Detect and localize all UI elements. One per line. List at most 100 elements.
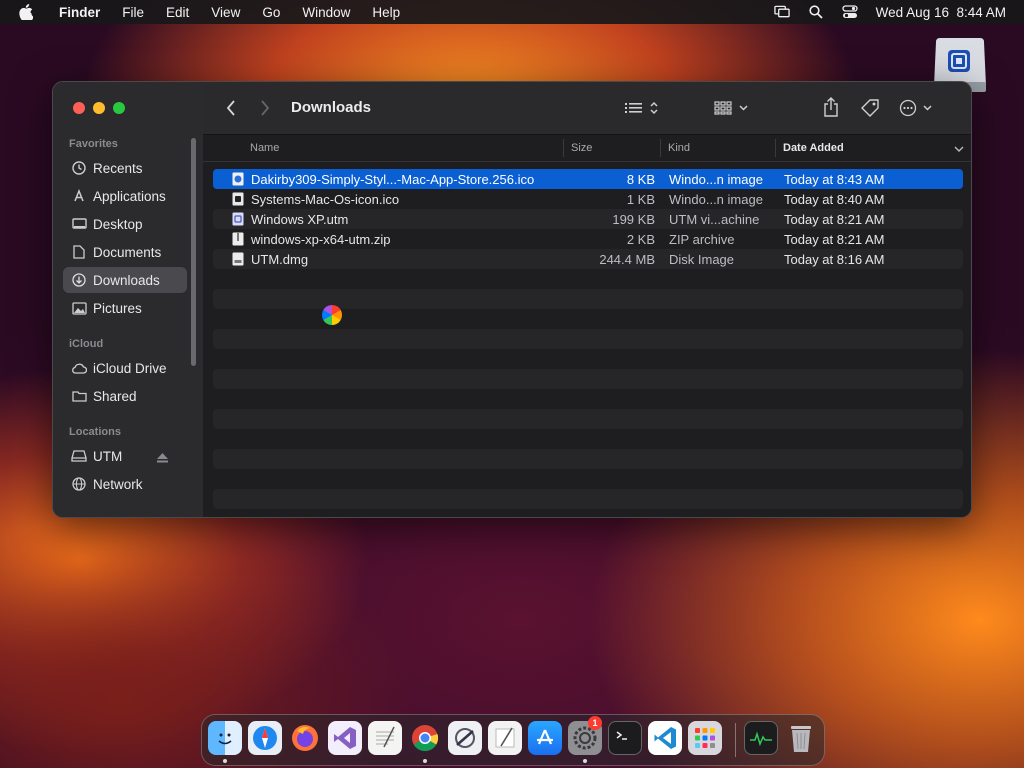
close-button[interactable] — [73, 102, 85, 114]
sidebar-item-downloads[interactable]: Downloads — [63, 267, 187, 293]
sidebar-item-utm[interactable]: UTM — [63, 443, 187, 469]
control-center-icon[interactable] — [842, 5, 858, 19]
empty-row — [213, 469, 963, 489]
launchpad-icon[interactable] — [688, 721, 722, 755]
zip-file-icon — [232, 232, 244, 246]
photo-icon — [71, 300, 87, 316]
sidebar-item-label: Shared — [93, 388, 137, 404]
file-size: 1 KB — [626, 192, 655, 207]
sidebar-item-recents[interactable]: Recents — [63, 155, 187, 181]
column-divider[interactable] — [563, 139, 564, 157]
empty-row — [213, 449, 963, 469]
sidebar-item-pictures[interactable]: Pictures — [63, 295, 187, 321]
tag-icon — [861, 99, 879, 117]
file-size: 8 KB — [626, 172, 655, 187]
sidebar-item-desktop[interactable]: Desktop — [63, 211, 187, 237]
column-header-date-added[interactable]: Date Added — [783, 142, 844, 154]
sidebar-item-label: Network — [93, 476, 143, 492]
file-list: Dakirby309-Simply-Styl...-Mac-App-Store.… — [213, 169, 963, 509]
terminal-icon[interactable] — [608, 721, 642, 755]
list-view-icon — [625, 101, 658, 115]
utm-icon[interactable] — [448, 721, 482, 755]
sidebar-item-label: Downloads — [93, 272, 160, 288]
chevron-left-icon — [226, 100, 235, 116]
activity-monitor-icon[interactable] — [744, 721, 778, 755]
menu-clock[interactable]: Wed Aug 16 8:44 AM — [876, 5, 1006, 20]
menu-edit[interactable]: Edit — [155, 5, 200, 20]
dock: 1 — [201, 714, 825, 766]
ico-file-icon — [232, 192, 244, 206]
screen-mirroring-icon[interactable] — [773, 5, 790, 19]
zoom-button[interactable] — [113, 102, 125, 114]
file-date-added: Today at 8:21 AM — [784, 212, 885, 227]
menu-file[interactable]: File — [111, 5, 155, 20]
column-header-name[interactable]: Name — [250, 142, 279, 154]
group-button[interactable] — [713, 98, 753, 118]
sidebar-item-applications[interactable]: Applications — [63, 183, 187, 209]
finder-icon[interactable] — [208, 721, 242, 755]
safari-icon[interactable] — [248, 721, 282, 755]
eject-icon[interactable] — [157, 451, 168, 466]
sidebar-item-label: iCloud Drive — [93, 360, 167, 376]
sidebar-item-label: Documents — [93, 244, 162, 260]
sidebar: Favorites Recents Applications Desktop D… — [53, 82, 204, 517]
menu-view[interactable]: View — [200, 5, 251, 20]
apple-menu-icon[interactable] — [18, 4, 34, 20]
file-row[interactable]: Systems-Mac-Os-icon.ico 1 KB Windo...n i… — [213, 189, 963, 209]
window-controls — [73, 102, 125, 114]
trash-icon[interactable] — [784, 721, 818, 755]
textedit-icon[interactable] — [368, 721, 402, 755]
menu-go[interactable]: Go — [251, 5, 291, 20]
menu-window[interactable]: Window — [291, 5, 361, 20]
empty-row — [213, 269, 963, 289]
sidebar-item-icloud-drive[interactable]: iCloud Drive — [63, 355, 187, 381]
script-editor-icon[interactable] — [488, 721, 522, 755]
file-kind: Windo...n image — [669, 172, 763, 187]
menu-app-name[interactable]: Finder — [48, 5, 111, 20]
file-kind: Windo...n image — [669, 192, 763, 207]
menu-help[interactable]: Help — [361, 5, 411, 20]
forward-button[interactable] — [255, 98, 275, 118]
file-row[interactable]: Windows XP.utm 199 KB UTM vi...achine To… — [213, 209, 963, 229]
visual-studio-icon[interactable] — [328, 721, 362, 755]
file-row[interactable]: windows-xp-x64-utm.zip 2 KB ZIP archive … — [213, 229, 963, 249]
view-options-button[interactable] — [623, 98, 663, 118]
file-date-added: Today at 8:40 AM — [784, 192, 885, 207]
column-header-size[interactable]: Size — [571, 142, 592, 154]
chevron-right-icon — [261, 100, 270, 116]
sidebar-item-network[interactable]: Network — [63, 471, 187, 497]
sort-chevron-icon[interactable] — [954, 144, 964, 156]
file-row[interactable]: UTM.dmg 244.4 MB Disk Image Today at 8:1… — [213, 249, 963, 269]
sidebar-scrollbar[interactable] — [191, 138, 196, 366]
sidebar-item-shared[interactable]: Shared — [63, 383, 187, 409]
globe-icon — [71, 476, 87, 492]
vscode-icon[interactable] — [648, 721, 682, 755]
download-icon — [71, 272, 87, 288]
finder-window: Favorites Recents Applications Desktop D… — [52, 81, 972, 518]
sidebar-item-label: Recents — [93, 160, 143, 176]
grid-icon — [714, 101, 748, 115]
sidebar-item-label: UTM — [93, 448, 123, 464]
chrome-icon[interactable] — [408, 721, 442, 755]
app-store-icon[interactable] — [528, 721, 562, 755]
document-icon — [71, 244, 87, 260]
share-button[interactable] — [821, 96, 841, 118]
column-header-kind[interactable]: Kind — [668, 142, 690, 154]
file-kind: Disk Image — [669, 252, 735, 267]
sidebar-item-label: Desktop — [93, 216, 143, 232]
back-button[interactable] — [221, 98, 241, 118]
minimize-button[interactable] — [93, 102, 105, 114]
column-divider[interactable] — [775, 139, 776, 157]
file-row[interactable]: Dakirby309-Simply-Styl...-Mac-App-Store.… — [213, 169, 963, 189]
menu-bar: Finder File Edit View Go Window Help Wed… — [0, 0, 1024, 24]
sidebar-item-documents[interactable]: Documents — [63, 239, 187, 265]
more-actions-button[interactable] — [899, 98, 937, 118]
column-header-row: Name Size Kind Date Added — [203, 135, 971, 162]
tag-button[interactable] — [859, 97, 881, 119]
column-divider[interactable] — [660, 139, 661, 157]
clock-icon — [71, 160, 87, 176]
firefox-icon[interactable] — [288, 721, 322, 755]
file-date-added: Today at 8:21 AM — [784, 232, 885, 247]
spotlight-search-icon[interactable] — [808, 5, 824, 19]
disk-image-icon — [232, 252, 244, 266]
